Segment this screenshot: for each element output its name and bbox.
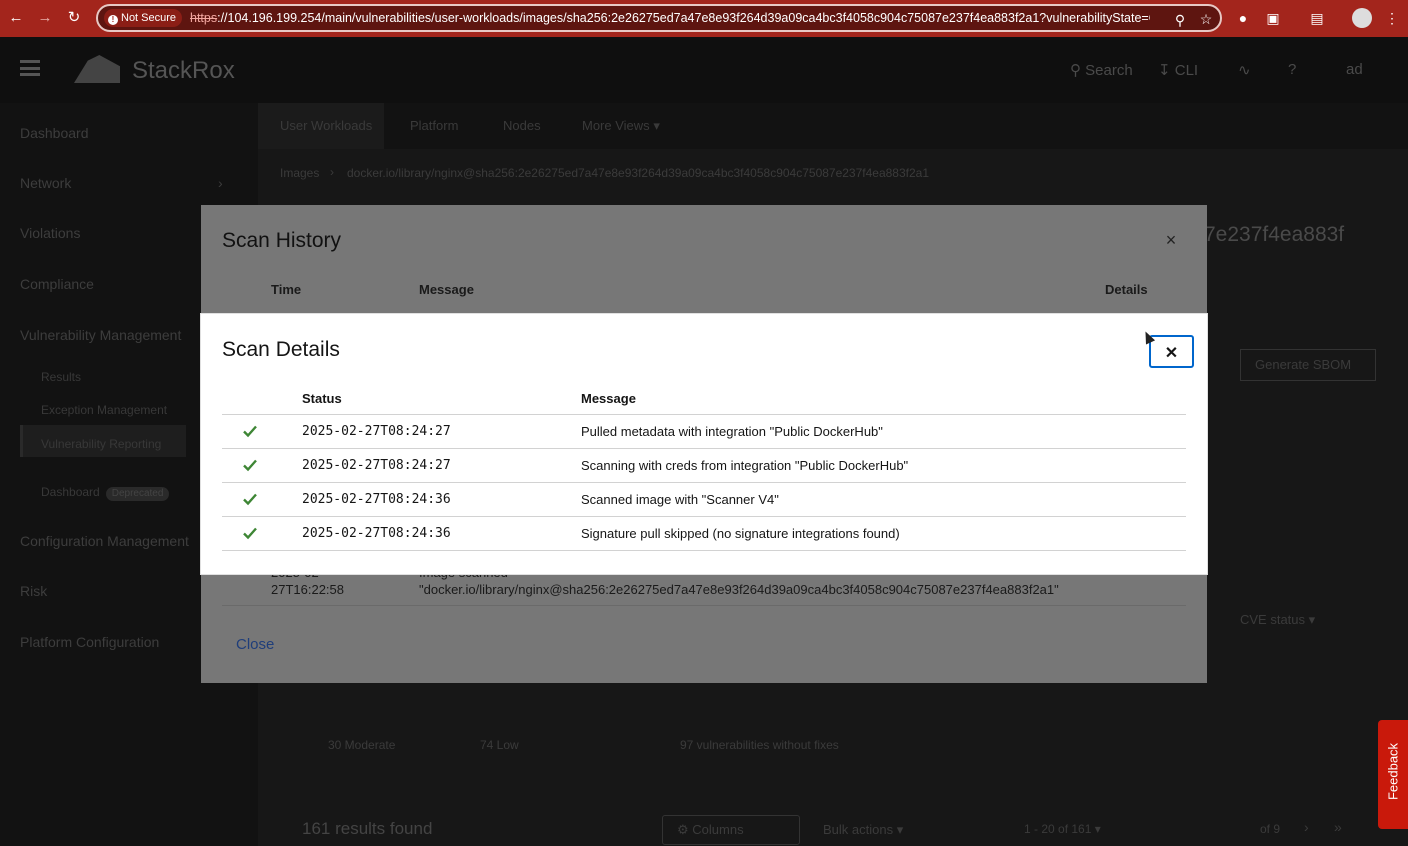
breadcrumb-images[interactable]: Images (280, 166, 319, 180)
column-header-message: Message (419, 282, 474, 297)
close-icon[interactable]: × (1162, 231, 1180, 249)
back-icon[interactable]: ← (6, 8, 26, 28)
profile-avatar[interactable] (1352, 8, 1372, 28)
row-time: 2025-02-27T08:24:36 (302, 492, 451, 507)
stackrox-logo-icon (74, 55, 120, 83)
not-secure-badge[interactable]: ! Not Secure (104, 9, 183, 27)
check-icon (243, 459, 257, 472)
tab-nodes[interactable]: Nodes (503, 118, 541, 133)
row-time: 2025-02-27T08:24:27 (302, 424, 451, 439)
sidebar-item-network[interactable]: Network (20, 175, 71, 191)
last-page-icon[interactable]: » (1334, 819, 1342, 835)
table-row: 2025-02-27T08:24:27 Pulled metadata with… (222, 415, 1186, 449)
feedback-button[interactable]: Feedback (1378, 720, 1408, 829)
row-message: Scanning with creds from integration "Pu… (581, 458, 909, 473)
column-header-message: Message (581, 391, 636, 406)
tab-more-views[interactable]: More Views ▾ (582, 118, 660, 134)
caret-down-icon: ▾ (1308, 612, 1316, 627)
row-message: Scanned image with "Scanner V4" (581, 492, 779, 507)
cve-status-filter[interactable]: CVE status ▾ (1240, 612, 1315, 628)
close-button[interactable]: Close (236, 636, 274, 653)
table-row: 2025-02-27T08:24:36 Scanned image with "… (222, 483, 1186, 517)
masthead: StackRox ⚲ Search ↧ CLI ∿ ? ad (0, 37, 1408, 103)
columns-button[interactable]: ⚙ Columns (662, 815, 800, 845)
activity-icon[interactable]: ∿ (1238, 61, 1251, 79)
table-row: 2025-02-27T08:24:27 Scanning with creds … (222, 449, 1186, 483)
url-text[interactable]: https://104.196.199.254/main/vulnerabili… (190, 10, 1150, 26)
gear-icon: ⚙ (677, 822, 693, 837)
side-panel-icon[interactable]: ▤ (1307, 9, 1327, 27)
sidebar-subitem-vulnerability-reporting[interactable]: Vulnerability Reporting (41, 437, 161, 451)
page-title: 7e237f4ea883f (1204, 223, 1345, 246)
forward-icon[interactable]: → (35, 8, 55, 28)
generate-sbom-button[interactable]: Generate SBOM (1240, 349, 1376, 381)
sidebar-item-platform-configuration[interactable]: Platform Configuration (20, 634, 159, 650)
cli-button[interactable]: ↧ CLI (1158, 61, 1198, 79)
history-message-line2: "docker.io/library/nginx@sha256:2e26275e… (419, 582, 1059, 597)
search-icon: ⚲ (1070, 62, 1086, 79)
row-message: Pulled metadata with integration "Public… (581, 424, 883, 439)
moderate-count: 30 Moderate (328, 738, 396, 752)
page-of-label: of 9 (1260, 822, 1281, 836)
view-tabs: User Workloads Platform Nodes More Views… (258, 103, 1408, 149)
sidebar-item-compliance[interactable]: Compliance (20, 276, 94, 292)
table-row: 2025-02-27T08:24:36 Signature pull skipp… (222, 517, 1186, 551)
bulk-actions-dropdown[interactable]: Bulk actions ▾ (823, 822, 903, 838)
extension-icon[interactable]: ● (1233, 9, 1253, 27)
breadcrumb-current: docker.io/library/nginx@sha256:2e26275ed… (347, 166, 930, 180)
sidebar-item-configuration-management[interactable]: Configuration Management (20, 533, 189, 549)
column-header-time: Time (271, 282, 302, 297)
row-time: 2025-02-27T08:24:27 (302, 458, 451, 473)
caret-down-icon: ▾ (1094, 822, 1101, 836)
sidebar-subitem-dashboard[interactable]: Dashboard Deprecated (41, 485, 170, 501)
row-message: Signature pull skipped (no signature int… (581, 526, 900, 541)
tab-user-workloads[interactable]: User Workloads (280, 118, 372, 133)
hamburger-menu-icon[interactable] (20, 60, 40, 76)
close-icon: ✕ (1164, 345, 1179, 362)
results-count: 161 results found (302, 819, 433, 838)
zoom-icon[interactable]: ⚲ (1170, 11, 1190, 29)
kebab-menu-icon[interactable]: ⋮ (1382, 9, 1402, 27)
sidebar-item-vulnerability-management[interactable]: Vulnerability Management (20, 327, 181, 343)
sidebar-item-risk[interactable]: Risk (20, 583, 47, 599)
help-icon[interactable]: ? (1288, 61, 1296, 78)
next-page-icon[interactable]: › (1304, 819, 1309, 835)
scan-history-title: Scan History (222, 229, 342, 252)
warning-icon: ! (108, 15, 118, 25)
breadcrumb-separator-icon: › (330, 165, 334, 179)
check-icon (243, 493, 257, 506)
reload-icon[interactable]: ↻ (64, 8, 84, 28)
sidebar-subitem-exception-management[interactable]: Exception Management (41, 403, 167, 417)
without-fixes-count: 97 vulnerabilities without fixes (680, 738, 839, 752)
tab-platform[interactable]: Platform (410, 118, 458, 133)
check-icon (243, 527, 257, 540)
sidebar-item-dashboard[interactable]: Dashboard (20, 125, 89, 141)
row-divider (222, 605, 1186, 606)
browser-toolbar: ← → ↻ ! Not Secure https://104.196.199.25… (0, 0, 1408, 37)
puzzle-icon[interactable]: ▣ (1263, 9, 1283, 27)
scan-details-title: Scan Details (222, 338, 340, 361)
close-button[interactable]: ✕ (1149, 335, 1194, 368)
check-icon (243, 425, 257, 438)
caret-down-icon: ▾ (896, 822, 904, 837)
pagination-range[interactable]: 1 - 20 of 161 ▾ (1024, 822, 1101, 836)
column-header-status: Status (302, 391, 342, 406)
chevron-right-icon: › (218, 175, 223, 191)
scan-details-modal: Scan Details ✕ Status Message 2025-02-27… (201, 314, 1207, 574)
user-menu[interactable]: ad (1346, 61, 1363, 78)
search-button[interactable]: ⚲ Search (1070, 61, 1133, 79)
history-time-line2: 27T16:22:58 (271, 582, 345, 597)
deprecated-badge: Deprecated (105, 487, 170, 501)
bookmark-star-icon[interactable]: ☆ (1196, 10, 1216, 28)
sidebar-subitem-results[interactable]: Results (41, 370, 81, 384)
feedback-label: Feedback (1385, 742, 1401, 801)
row-time: 2025-02-27T08:24:36 (302, 526, 451, 541)
sidebar-item-violations[interactable]: Violations (20, 225, 80, 241)
address-bar[interactable]: ! Not Secure https://104.196.199.254/main… (96, 4, 1222, 32)
caret-down-icon: ▾ (653, 118, 660, 133)
brand-name: StackRox (132, 57, 235, 84)
column-header-details: Details (1105, 282, 1148, 297)
download-icon: ↧ (1158, 62, 1175, 79)
low-count: 74 Low (480, 738, 519, 752)
